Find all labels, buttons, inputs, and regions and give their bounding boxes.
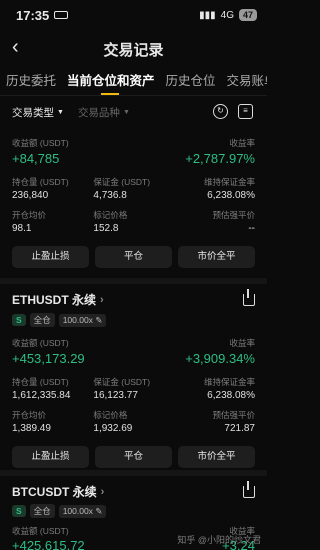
tab-position-history[interactable]: 历史仓位 <box>160 70 221 95</box>
status-bar: 17:35 ▮▮▮ 4G 47 <box>0 0 267 30</box>
tp-sl-button[interactable]: 止盈止损 <box>12 446 89 468</box>
entry-price-label: 开仓均价 <box>12 210 47 220</box>
chevron-right-icon: › <box>100 485 105 498</box>
size-value: 236,840 <box>12 190 49 201</box>
share-icon[interactable] <box>243 288 255 306</box>
battery-indicator: 47 <box>238 9 257 21</box>
side-tag: S <box>12 314 26 326</box>
roe-value: +2,787.97% <box>185 151 255 166</box>
maint-margin-label: 维持保证金率 <box>203 177 255 187</box>
sleep-mode-icon <box>54 11 69 19</box>
size-label: 持仓量 (USDT) <box>12 177 69 187</box>
page-title: 交易记录 <box>103 41 164 59</box>
tab-current-positions[interactable]: 当前仓位和资产 <box>61 70 160 95</box>
leverage-value: 100.00x <box>62 314 93 325</box>
edit-icon: ✎ <box>95 505 103 516</box>
pnl-label: 收益额 (USDT) <box>12 338 69 348</box>
tab-order-history[interactable]: 历史委托 <box>0 70 61 95</box>
market-close-button[interactable]: 市价全平 <box>178 246 255 268</box>
position-card-1: 收益额 (USDT) 收益率 +84,785 +2,787.97% 持仓量 (U… <box>0 137 267 268</box>
leverage-tag[interactable]: 100.00x ✎ <box>58 313 107 327</box>
margin-mode-tag: 全仓 <box>29 504 55 518</box>
caret-down-icon: ▼ <box>57 108 64 116</box>
leverage-value: 100.00x <box>62 505 93 516</box>
filter-trade-type-label: 交易类型 <box>12 106 54 119</box>
tab-bar: 历史委托 当前仓位和资产 历史仓位 交易账单 <box>0 68 267 96</box>
roe-label: 收益率 <box>229 138 255 148</box>
margin-value: 4,736.8 <box>93 190 127 201</box>
refresh-icon[interactable]: ↻ <box>213 104 228 119</box>
maint-margin-value: 6,238.08% <box>207 190 255 201</box>
roe-label: 收益率 <box>229 338 255 348</box>
market-close-button[interactable]: 市价全平 <box>178 446 255 468</box>
close-position-button[interactable]: 平仓 <box>95 246 172 268</box>
tp-sl-button[interactable]: 止盈止损 <box>12 246 89 268</box>
maint-margin-value: 6,238.08% <box>207 390 255 401</box>
size-value: 1,612,335.84 <box>12 390 71 401</box>
signal-icon: ▮▮▮ <box>199 9 216 21</box>
back-arrow-icon[interactable]: ‹ <box>12 36 19 59</box>
card-separator <box>0 278 267 284</box>
pnl-value: +425,615.72 <box>12 538 85 550</box>
symbol-link[interactable]: ETHUSDT 永续 › <box>12 291 104 308</box>
margin-label: 保证金 (USDT) <box>93 177 151 187</box>
position-card-2: ETHUSDT 永续 › S 全仓 100.00x ✎ 收益额 (USDT) 收… <box>0 288 267 468</box>
caret-down-icon: ▼ <box>122 108 130 116</box>
liq-price-value: -- <box>248 223 255 234</box>
liq-price-label: 预估强平价 <box>212 410 255 420</box>
mark-price-label: 标记价格 <box>93 210 128 220</box>
page-header: ‹ 交易记录 <box>0 30 267 68</box>
mark-price-label: 标记价格 <box>93 410 128 420</box>
filter-bar: 交易类型 ▼ 交易品种 ▼ ↻ ≡ <box>0 96 267 128</box>
size-label: 持仓量 (USDT) <box>12 377 69 387</box>
chevron-right-icon: › <box>100 293 104 306</box>
liq-price-value: 721.87 <box>224 423 255 434</box>
margin-mode-tag: 全仓 <box>29 313 55 327</box>
filter-symbol[interactable]: 交易品种 ▼ <box>78 105 130 120</box>
margin-value: 16,123.77 <box>93 390 138 401</box>
network-label: 4G <box>220 9 234 21</box>
filter-symbol-label: 交易品种 <box>77 106 120 119</box>
status-time: 17:35 <box>16 7 50 23</box>
mark-price-value: 1,932.69 <box>93 423 133 434</box>
entry-price-label: 开仓均价 <box>12 410 47 420</box>
roe-value: +3,909.34% <box>185 351 255 366</box>
entry-price-value: 98.1 <box>12 223 32 234</box>
margin-label: 保证金 (USDT) <box>93 377 151 387</box>
mark-price-value: 152.8 <box>93 223 119 234</box>
pnl-label: 收益额 (USDT) <box>12 138 69 148</box>
symbol-name: ETHUSDT 永续 <box>12 293 97 307</box>
maint-margin-label: 维持保证金率 <box>203 377 255 387</box>
card-separator <box>0 470 267 476</box>
symbol-link[interactable]: BTCUSDT 永续 › <box>12 483 104 500</box>
symbol-name: BTCUSDT 永续 <box>12 485 97 499</box>
pnl-value: +453,173.29 <box>12 351 85 366</box>
filter-trade-type[interactable]: 交易类型 ▼ <box>12 105 64 120</box>
export-icon[interactable]: ≡ <box>238 104 253 119</box>
entry-price-value: 1,389.49 <box>12 423 51 434</box>
pnl-label: 收益额 (USDT) <box>12 526 69 536</box>
edit-icon: ✎ <box>95 314 103 325</box>
close-position-button[interactable]: 平仓 <box>95 446 172 468</box>
tab-transaction-bills[interactable]: 交易账单 <box>221 70 267 95</box>
pnl-value: +84,785 <box>12 151 60 166</box>
liq-price-label: 预估强平价 <box>212 210 255 220</box>
share-icon[interactable] <box>243 480 255 498</box>
side-tag: S <box>12 505 26 517</box>
watermark: 知乎 @小阳的炒文君 <box>177 535 261 545</box>
leverage-tag[interactable]: 100.00x ✎ <box>58 504 107 518</box>
